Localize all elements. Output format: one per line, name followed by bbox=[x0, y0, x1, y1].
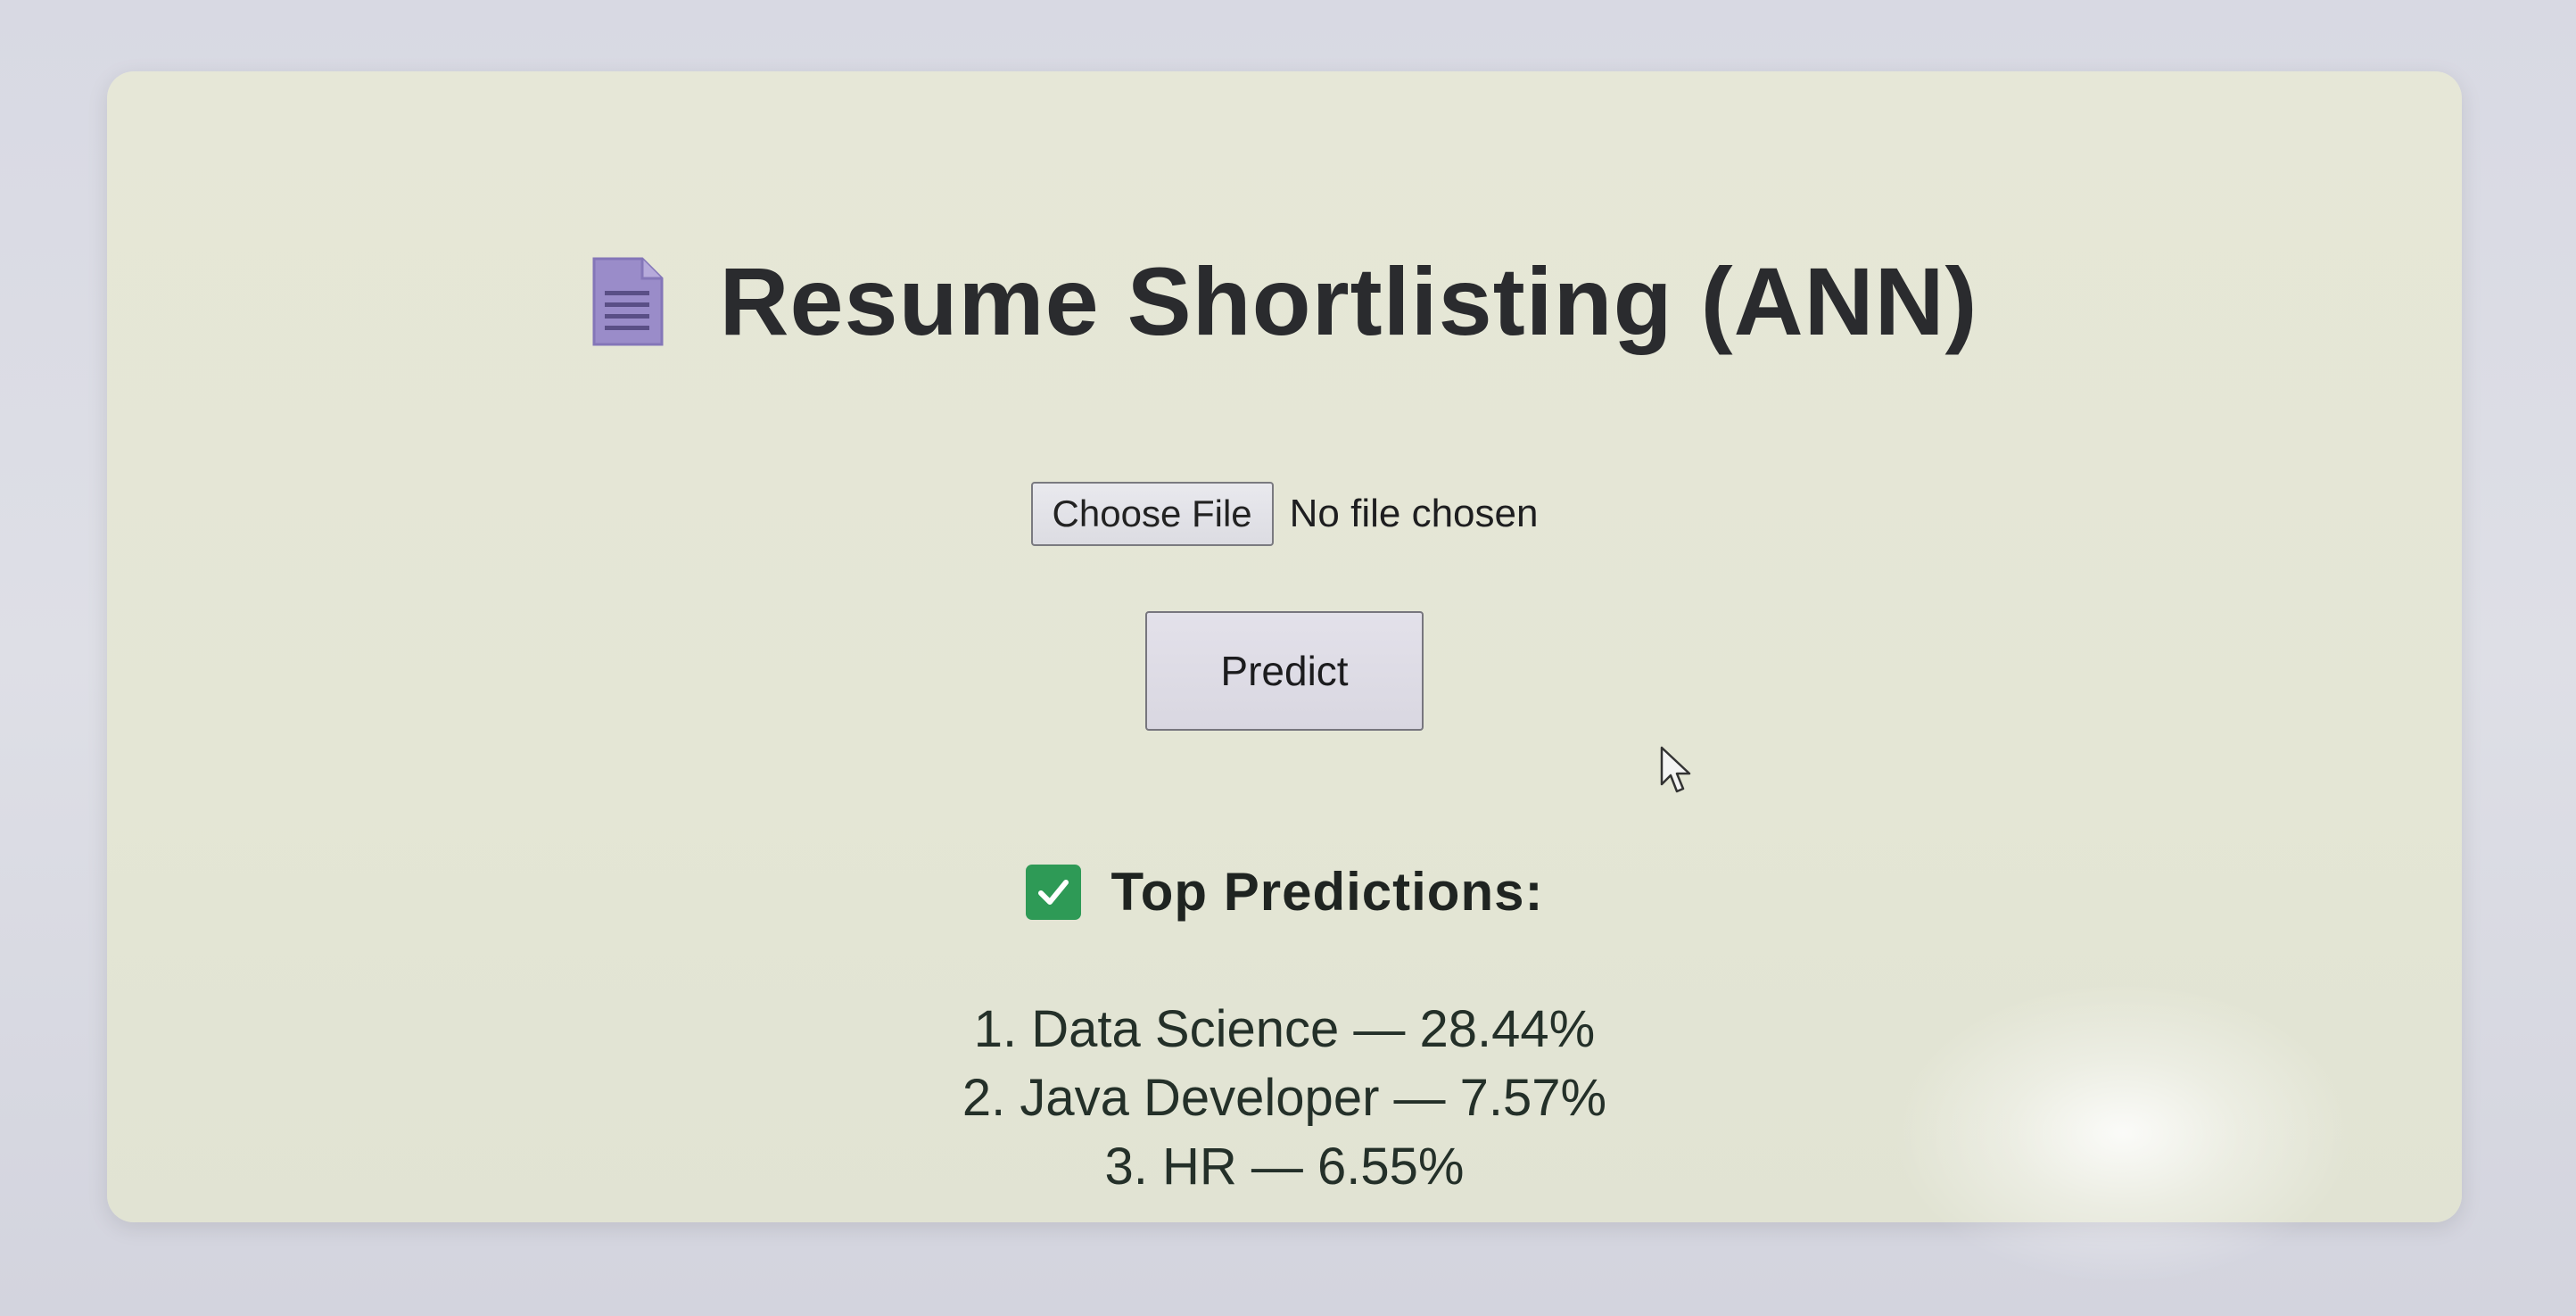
check-box-icon bbox=[1025, 864, 1081, 920]
file-status-text: No file chosen bbox=[1289, 492, 1539, 535]
predict-button[interactable]: Predict bbox=[1145, 611, 1424, 731]
main-card: Resume Shortlisting (ANN) Choose File No… bbox=[107, 71, 2462, 1222]
document-icon bbox=[590, 255, 665, 348]
prediction-item: 2. Java Developer — 7.57% bbox=[962, 1069, 1607, 1127]
predictions-list: 1. Data Science — 28.44% 2. Java Develop… bbox=[107, 995, 2462, 1201]
predictions-title: Top Predictions: bbox=[1110, 862, 1544, 922]
file-upload-row: Choose File No file chosen bbox=[107, 482, 2462, 546]
title-row: Resume Shortlisting (ANN) bbox=[107, 245, 2462, 357]
prediction-item: 3. HR — 6.55% bbox=[1104, 1138, 1465, 1196]
predict-row: Predict bbox=[107, 611, 2462, 731]
predictions-header: Top Predictions: bbox=[107, 861, 2462, 923]
choose-file-button[interactable]: Choose File bbox=[1030, 482, 1274, 546]
prediction-item: 1. Data Science — 28.44% bbox=[973, 1000, 1596, 1058]
page-title: Resume Shortlisting (ANN) bbox=[719, 247, 1978, 355]
mouse-pointer-icon bbox=[1659, 745, 1695, 799]
